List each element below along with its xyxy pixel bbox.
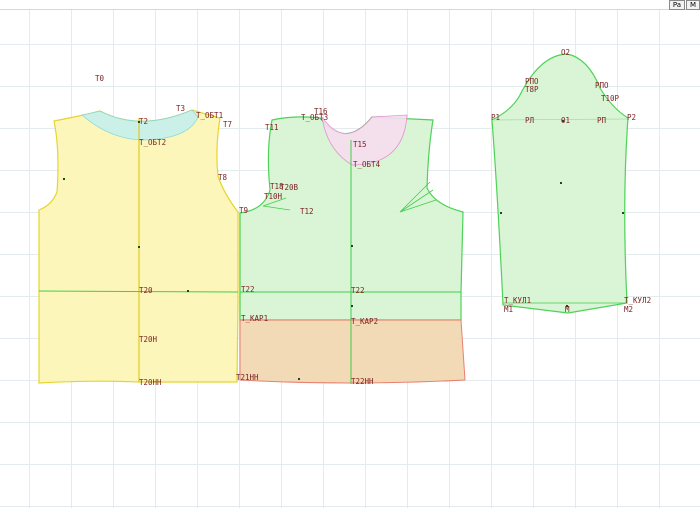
label-m2: М2 xyxy=(624,305,633,314)
label-t10n: Т10Н xyxy=(264,192,283,201)
label-t22-left: Т22 xyxy=(241,285,255,294)
label-m1: М1 xyxy=(504,305,513,314)
label-t20nn: Т20НН xyxy=(139,378,162,387)
label-p1: Р1 xyxy=(491,113,500,122)
label-t8: Т8 xyxy=(218,173,228,182)
label-t-kul2: Т_КУЛ2 xyxy=(624,296,651,305)
label-t-obt1: Т_ОБТ1 xyxy=(196,111,223,120)
label-t2: Т2 xyxy=(139,117,148,126)
label-rpo-right: РПО xyxy=(595,81,609,90)
label-o2: О2 xyxy=(561,48,570,57)
label-t7: Т7 xyxy=(223,120,232,129)
label-t-kar1: Т_КАР1 xyxy=(241,314,268,323)
label-t-obt2: Т_ОБТ2 xyxy=(139,138,166,147)
label-t-kul1: Т_КУЛ1 xyxy=(504,296,531,305)
label-t22nn: Т22НН xyxy=(351,377,374,386)
label-t15: Т15 xyxy=(353,140,367,149)
label-t22: Т22 xyxy=(351,286,365,295)
label-t-kar2: Т_КАР2 xyxy=(351,317,378,326)
label-t21nn: Т21НН xyxy=(236,373,259,382)
label-t20n: Т20Н xyxy=(139,335,158,344)
back-yoke-piece[interactable] xyxy=(239,319,466,384)
label-t3: Т3 xyxy=(176,104,185,113)
label-t11: Т11 xyxy=(265,123,279,132)
label-o1: О1 xyxy=(561,116,570,125)
label-t12: Т12 xyxy=(300,207,314,216)
label-m: М xyxy=(565,305,570,314)
label-p2: Р2 xyxy=(627,113,636,122)
label-t10r: Т10Р xyxy=(601,94,620,103)
label-t8r: Т8Р xyxy=(525,85,539,94)
label-t20v: Т20В xyxy=(280,183,299,192)
pattern-drawing: Т0 Т3 Т_ОБТ1 Т7 Т2 Т_ОБТ2 Т8 Т20 Т20Н Т2… xyxy=(38,48,651,387)
label-t-obt4: Т_ОБТ4 xyxy=(353,160,381,169)
label-t9: Т9 xyxy=(239,206,248,215)
label-rl: РЛ xyxy=(525,116,534,125)
label-rp: РП xyxy=(597,116,607,125)
label-t0: Т0 xyxy=(95,74,105,83)
label-t20: Т20 xyxy=(139,286,153,295)
label-t-obt3: Т_ОБТ3 xyxy=(301,113,328,122)
